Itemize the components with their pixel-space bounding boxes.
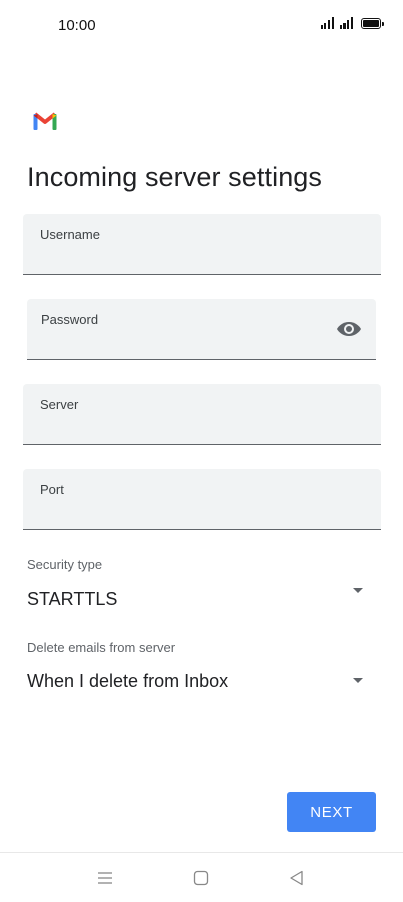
eye-icon[interactable]	[336, 319, 362, 339]
password-label: Password	[41, 312, 99, 327]
battery-icon	[361, 18, 384, 29]
security-type-label: Security type	[27, 557, 103, 572]
port-field[interactable]: Port	[23, 469, 381, 530]
security-type-dropdown[interactable]: STARTTLS	[23, 582, 381, 622]
home-icon[interactable]	[191, 868, 211, 888]
menu-icon[interactable]	[95, 868, 115, 888]
password-field[interactable]: Password	[27, 299, 376, 360]
signal-icon	[320, 17, 334, 29]
back-icon[interactable]	[287, 868, 307, 888]
server-label: Server	[40, 397, 79, 412]
gmail-logo-icon	[33, 112, 57, 130]
username-label: Username	[40, 227, 100, 242]
security-type-value: STARTTLS	[27, 589, 118, 609]
chevron-down-icon	[353, 678, 363, 683]
delete-emails-label: Delete emails from server	[27, 640, 176, 655]
username-input[interactable]	[40, 250, 340, 268]
next-button[interactable]: NEXT	[287, 792, 376, 832]
signal-icon	[339, 17, 353, 29]
status-time: 10:00	[58, 17, 96, 34]
server-field[interactable]: Server	[23, 384, 381, 445]
username-field[interactable]: Username	[23, 214, 381, 275]
page-title: Incoming server settings	[27, 162, 323, 192]
delete-emails-value: When I delete from Inbox	[27, 671, 229, 691]
navigation-bar	[0, 852, 403, 902]
password-input[interactable]	[41, 335, 341, 353]
port-input[interactable]	[40, 505, 340, 523]
status-icons	[320, 17, 384, 29]
delete-emails-dropdown[interactable]: When I delete from Inbox	[23, 664, 381, 704]
status-bar: 10:00	[0, 0, 403, 52]
server-input[interactable]	[40, 420, 340, 438]
port-label: Port	[40, 482, 64, 497]
chevron-down-icon	[353, 588, 363, 593]
screen: 10:00 Incoming server settings Username …	[0, 0, 403, 902]
